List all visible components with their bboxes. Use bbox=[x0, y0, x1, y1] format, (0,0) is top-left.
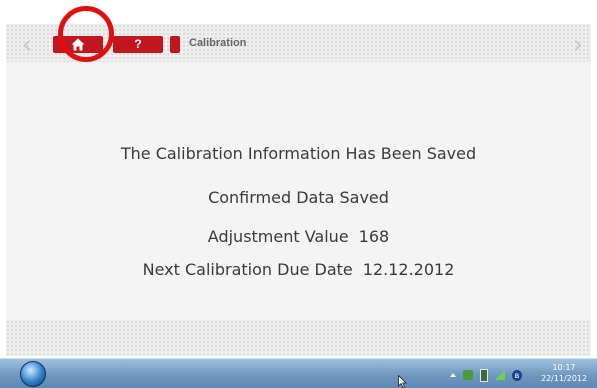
clock-time: 10:17 bbox=[552, 363, 576, 372]
taskbar-clock[interactable]: 10:17 22/11/2012 bbox=[541, 362, 587, 384]
bluetooth-icon[interactable]: ʙ bbox=[512, 369, 522, 381]
adjustment-value: 168 bbox=[358, 227, 390, 246]
nav-forward-chevron-right-icon[interactable]: › bbox=[571, 32, 585, 58]
help-button[interactable]: ? bbox=[113, 36, 163, 53]
home-highlight-ring bbox=[58, 6, 114, 62]
adjustment-value-row: Adjustment Value 168 bbox=[6, 227, 591, 246]
calibration-tab-marker bbox=[170, 36, 180, 53]
next-calibration-label: Next Calibration Due Date bbox=[142, 260, 353, 279]
network-icon[interactable] bbox=[463, 370, 473, 380]
signal-icon[interactable] bbox=[495, 370, 505, 380]
next-calibration-row: Next Calibration Due Date 12.12.2012 bbox=[6, 260, 591, 279]
confirmation-status: Confirmed Data Saved bbox=[208, 188, 389, 207]
windows-taskbar: ʙ 10:17 22/11/2012 bbox=[0, 358, 597, 388]
system-tray: ʙ bbox=[450, 368, 522, 382]
adjustment-value-label: Adjustment Value bbox=[207, 227, 349, 246]
help-label: ? bbox=[134, 37, 142, 51]
nav-back-chevron-left-icon[interactable]: ‹ bbox=[20, 32, 34, 58]
clock-date: 22/11/2012 bbox=[541, 374, 588, 383]
start-button[interactable] bbox=[20, 361, 46, 387]
mouse-cursor-icon bbox=[398, 375, 407, 388]
battery-icon[interactable] bbox=[480, 368, 488, 382]
breadcrumb-calibration: Calibration bbox=[189, 37, 247, 49]
footer-bar bbox=[6, 320, 591, 356]
saved-message: The Calibration Information Has Been Sav… bbox=[120, 144, 477, 163]
show-hidden-icons-icon[interactable] bbox=[450, 373, 456, 377]
calibration-app-window: ‹ ? Calibration › The Calibration Inform… bbox=[6, 24, 591, 356]
next-calibration-date: 12.12.2012 bbox=[362, 260, 455, 279]
